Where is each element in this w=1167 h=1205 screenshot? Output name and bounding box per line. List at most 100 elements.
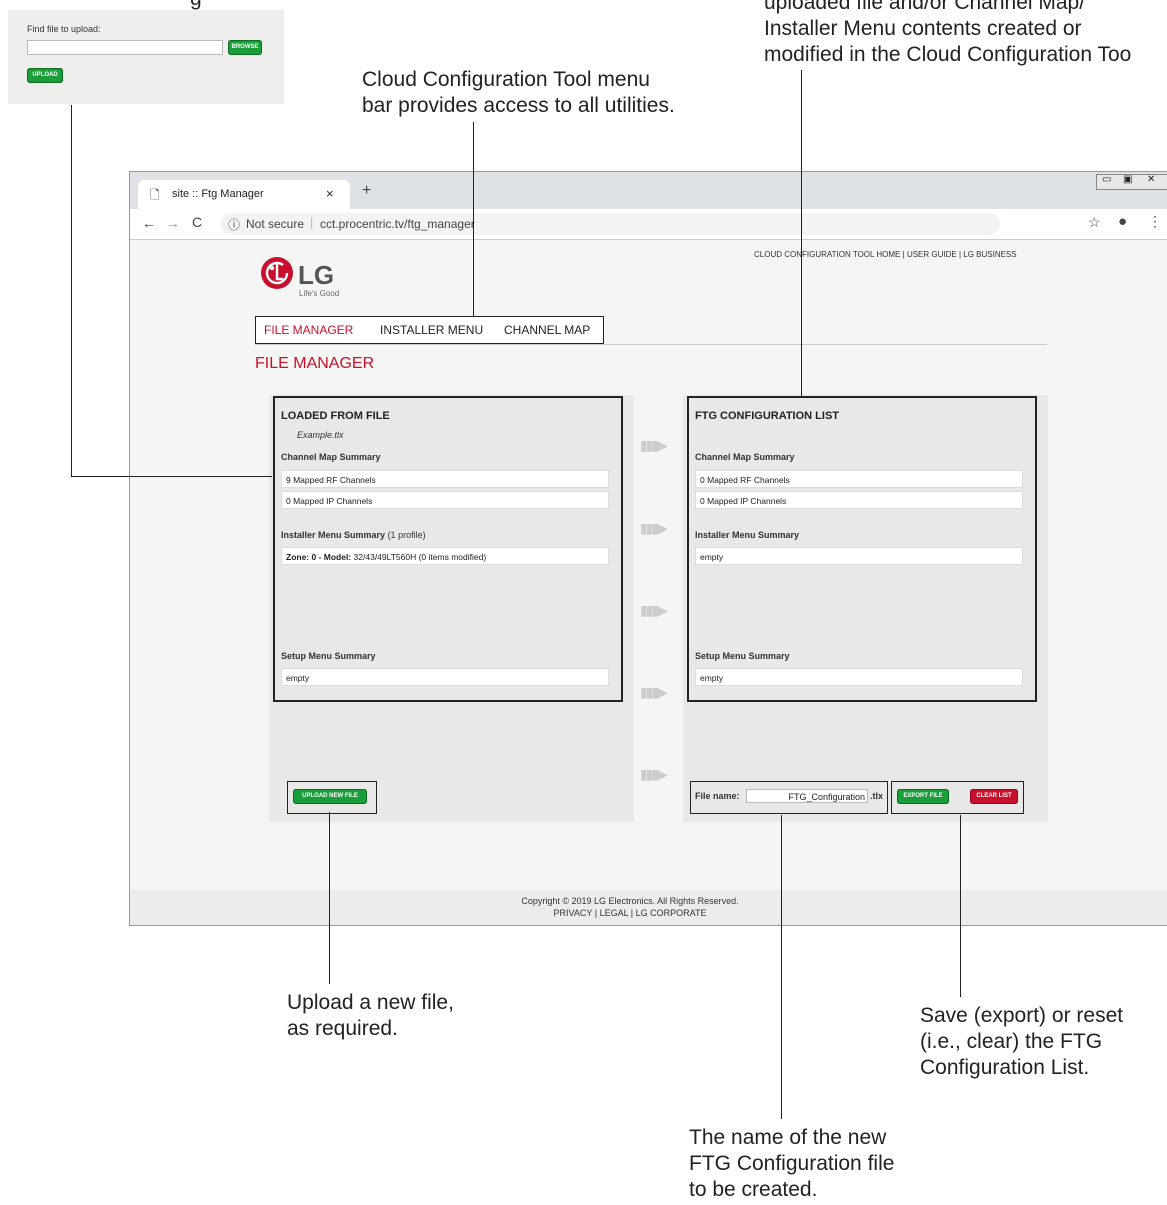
loaded-from-file-title: LOADED FROM FILE xyxy=(281,410,390,422)
window-controls: ▭ ▣ ✕ xyxy=(1096,174,1167,190)
menu-item-channel-map[interactable]: CHANNEL MAP xyxy=(504,323,590,337)
leader-line xyxy=(473,122,474,316)
right-setup-label: Setup Menu Summary xyxy=(695,651,790,661)
callout-export-clear-line-2: (i.e., clear) the FTG xyxy=(920,1030,1103,1053)
info-icon: ⓘ xyxy=(228,218,241,232)
arrow-right-icon: ▮▮▮▶ xyxy=(640,766,668,782)
header-links: CLOUD CONFIGURATION TOOL HOME | USER GUI… xyxy=(754,250,1017,259)
callout-export-clear-line-3: Configuration List. xyxy=(920,1056,1090,1079)
upload-button[interactable]: UPLOAD xyxy=(27,68,63,83)
callout-upload-new: Upload a new file, as required. xyxy=(287,990,454,1042)
forward-icon[interactable]: → xyxy=(166,215,180,231)
arrow-right-icon: ▮▮▮▶ xyxy=(640,684,668,700)
callout-export-clear: Save (export) or reset (i.e., clear) the… xyxy=(920,1003,1123,1081)
leader-line xyxy=(801,70,802,396)
file-name-label: File name: xyxy=(695,791,740,801)
upload-file-field[interactable] xyxy=(27,40,223,55)
file-extension: .tlx xyxy=(870,791,884,801)
lg-tagline: Life's Good xyxy=(299,289,340,298)
left-installer-label: Installer Menu Summary (1 profile) xyxy=(281,530,426,540)
right-installer-label: Installer Menu Summary xyxy=(695,530,800,540)
leader-line xyxy=(781,815,782,1119)
not-secure-label: Not secure xyxy=(246,217,305,231)
ftg-configuration-title: FTG CONFIGURATION LIST xyxy=(695,410,840,422)
footer: Copyright © 2019 LG Electronics. All Rig… xyxy=(130,890,1167,925)
zone-value: 32/43/49LT560H (0 items modified) xyxy=(353,552,487,562)
close-tab-icon[interactable]: × xyxy=(326,186,334,201)
back-icon[interactable]: ← xyxy=(142,215,156,231)
leader-line xyxy=(329,812,330,984)
menu-item-file-manager[interactable]: FILE MANAGER xyxy=(264,323,353,337)
clear-list-button[interactable]: CLEAR LIST xyxy=(970,789,1018,804)
close-window-icon[interactable]: ✕ xyxy=(1147,174,1155,185)
export-file-button[interactable]: EXPORT FILE xyxy=(897,789,949,804)
loaded-filename: Example.tlx xyxy=(297,430,344,440)
callout-menu-bar: Cloud Configuration Tool menu bar provid… xyxy=(362,67,675,119)
callout-menu-bar-line-1: Cloud Configuration Tool menu xyxy=(362,68,650,91)
callout-file-name-line-2: FTG Configuration file xyxy=(689,1152,895,1175)
star-icon[interactable]: ☆ xyxy=(1088,214,1101,231)
page-title: FILE MANAGER xyxy=(255,355,375,372)
callout-file-name-line-1: The name of the new xyxy=(689,1126,887,1149)
left-zone-row: Zone: 0 - Model: 32/43/49LT560H (0 items… xyxy=(281,547,609,565)
menu-dots-icon[interactable]: ⋮ xyxy=(1148,213,1162,230)
file-name-input[interactable]: FTG_Configuration xyxy=(746,789,868,803)
upload-new-file-button[interactable]: UPLOAD NEW FILE xyxy=(293,789,367,804)
footer-links: PRIVACY | LEGAL | LG CORPORATE xyxy=(130,908,1130,918)
address-bar: ← → C ⓘ Not secure | cct.procentric.tv/f… xyxy=(130,209,1167,240)
right-installer-row: empty xyxy=(695,547,1023,565)
leader-line xyxy=(71,476,272,477)
lg-logo[interactable]: LG Life's Good xyxy=(260,256,339,298)
left-rf-row: 9 Mapped RF Channels xyxy=(281,470,609,488)
callout-export-clear-line-1: Save (export) or reset xyxy=(920,1004,1124,1027)
maximize-icon[interactable]: ▣ xyxy=(1123,174,1132,185)
header-link-guide[interactable]: USER GUIDE xyxy=(907,250,957,259)
callout-ftg-list-line-1: uploaded file and/or Channel Map/ xyxy=(764,0,1086,14)
url-divider: | xyxy=(310,215,314,229)
zone-label: Zone: 0 - Model: xyxy=(286,552,352,562)
arrow-right-icon: ▮▮▮▶ xyxy=(640,437,668,453)
callout-upload-new-line-1: Upload a new file, xyxy=(287,991,454,1014)
callout-file-name-line-3: to be created. xyxy=(689,1178,818,1201)
header-link-business[interactable]: LG BUSINESS xyxy=(963,250,1016,259)
footer-link-legal[interactable]: LEGAL xyxy=(600,908,629,918)
menu-item-installer-menu[interactable]: INSTALLER MENU xyxy=(380,323,483,337)
lg-logo-text: LG xyxy=(298,260,335,290)
arrow-right-icon: ▮▮▮▶ xyxy=(640,602,668,618)
callout-upload-new-line-2: as required. xyxy=(287,1017,398,1040)
footer-link-corporate[interactable]: LG CORPORATE xyxy=(636,908,707,918)
arrow-right-icon: ▮▮▮▶ xyxy=(640,520,668,536)
left-channel-map-label: Channel Map Summary xyxy=(281,452,381,462)
browse-button[interactable]: BROWSE xyxy=(228,40,262,55)
page-icon: 🗋 xyxy=(150,188,160,202)
browser-window: 🗋 site :: Ftg Manager × + ▭ ▣ ✕ ← → C ⓘ … xyxy=(129,171,1167,926)
right-rf-row: 0 Mapped RF Channels xyxy=(695,470,1023,488)
main-menu: FILE MANAGER INSTALLER MENU CHANNEL MAP xyxy=(255,316,604,344)
tab-bar: 🗋 site :: Ftg Manager × + ▭ ▣ ✕ xyxy=(130,172,1167,209)
header-link-home[interactable]: CLOUD CONFIGURATION TOOL HOME xyxy=(754,250,900,259)
left-setup-row: empty xyxy=(281,668,609,686)
footer-copyright: Copyright © 2019 LG Electronics. All Rig… xyxy=(521,896,739,906)
footer-link-privacy[interactable]: PRIVACY xyxy=(554,908,593,918)
upload-inset-label: Find file to upload: xyxy=(27,24,101,34)
leader-line xyxy=(960,815,961,997)
menu-divider xyxy=(255,344,1047,345)
right-setup-row: empty xyxy=(695,668,1023,686)
lg-logo-icon xyxy=(261,257,293,289)
new-tab-icon[interactable]: + xyxy=(362,182,371,200)
callout-ftg-list-line-2: Installer Menu contents created or xyxy=(764,17,1082,40)
callout-ftg-list: uploaded file and/or Channel Map/ Instal… xyxy=(764,0,1131,68)
left-installer-profiles: (1 profile) xyxy=(387,530,426,540)
account-icon[interactable]: ● xyxy=(1118,213,1127,230)
browser-tab[interactable]: 🗋 site :: Ftg Manager × xyxy=(138,180,350,209)
minimize-icon[interactable]: ▭ xyxy=(1102,174,1111,185)
left-installer-label-text: Installer Menu Summary xyxy=(281,530,386,540)
callout-menu-bar-line-2: bar provides access to all utilities. xyxy=(362,94,675,117)
leader-line xyxy=(71,105,72,476)
url-box[interactable]: ⓘ Not secure | cct.procentric.tv/ftg_man… xyxy=(220,213,1000,235)
reload-icon[interactable]: C xyxy=(192,214,202,230)
left-ip-row: 0 Mapped IP Channels xyxy=(281,491,609,509)
left-setup-label: Setup Menu Summary xyxy=(281,651,376,661)
upload-inset: Find file to upload: BROWSE UPLOAD xyxy=(8,10,284,104)
callout-file-name: The name of the new FTG Configuration fi… xyxy=(689,1125,894,1203)
